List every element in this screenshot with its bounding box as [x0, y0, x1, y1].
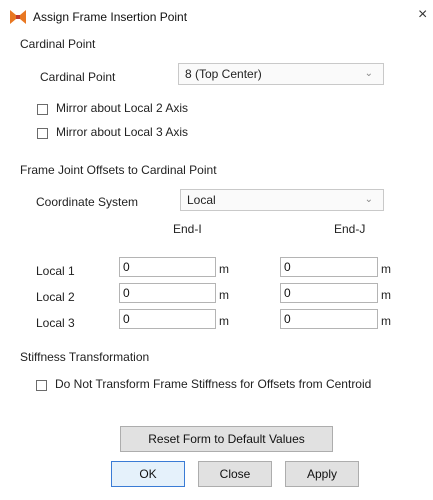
coordinate-system-label: Coordinate System: [36, 195, 139, 209]
cardinal-point-label: Cardinal Point: [40, 70, 116, 84]
mirror-local3-checkbox[interactable]: [37, 128, 48, 139]
close-icon[interactable]: ×: [418, 6, 427, 24]
local-2-end-j-unit: m: [381, 288, 391, 302]
chevron-down-icon: ⌄: [364, 68, 373, 79]
cardinal-point-select[interactable]: 8 (Top Center) ⌄: [178, 63, 384, 85]
cardinal-point-section-label: Cardinal Point: [20, 37, 96, 51]
local-1-end-j-input[interactable]: 0: [280, 257, 378, 277]
frame-insertion-icon: [10, 10, 26, 24]
local-3-end-j-unit: m: [381, 314, 391, 328]
local-2-end-i-input[interactable]: 0: [119, 283, 216, 303]
mirror-local2-checkbox[interactable]: [37, 104, 48, 115]
local-3-end-j-input[interactable]: 0: [280, 309, 378, 329]
ok-button[interactable]: OK: [111, 461, 185, 487]
local-1-end-j-unit: m: [381, 262, 391, 276]
local-2-end-i-unit: m: [219, 288, 229, 302]
chevron-down-icon: ⌄: [364, 194, 373, 205]
stiffness-transformation-section-label: Stiffness Transformation: [20, 350, 150, 364]
local-1-label: Local 1: [36, 264, 75, 278]
mirror-local3-label: Mirror about Local 3 Axis: [56, 125, 189, 139]
end-i-header: End-I: [173, 222, 202, 236]
coordinate-system-value: Local: [187, 193, 216, 207]
local-1-end-i-unit: m: [219, 262, 229, 276]
local-2-end-j-input[interactable]: 0: [280, 283, 378, 303]
mirror-local2-label: Mirror about Local 2 Axis: [56, 101, 189, 115]
local-3-end-i-unit: m: [219, 314, 229, 328]
cardinal-point-value: 8 (Top Center): [185, 67, 262, 81]
window-title: Assign Frame Insertion Point: [33, 10, 188, 24]
coordinate-system-select[interactable]: Local ⌄: [180, 189, 384, 211]
end-j-header: End-J: [334, 222, 366, 236]
apply-button[interactable]: Apply: [285, 461, 359, 487]
local-1-end-i-input[interactable]: 0: [119, 257, 216, 277]
local-2-label: Local 2: [36, 290, 75, 304]
reset-defaults-button[interactable]: Reset Form to Default Values: [120, 426, 333, 452]
close-button[interactable]: Close: [198, 461, 272, 487]
do-not-transform-label: Do Not Transform Frame Stiffness for Off…: [55, 377, 372, 391]
frame-joint-offsets-section-label: Frame Joint Offsets to Cardinal Point: [20, 163, 217, 177]
local-3-label: Local 3: [36, 316, 75, 330]
do-not-transform-checkbox[interactable]: [36, 380, 47, 391]
local-3-end-i-input[interactable]: 0: [119, 309, 216, 329]
